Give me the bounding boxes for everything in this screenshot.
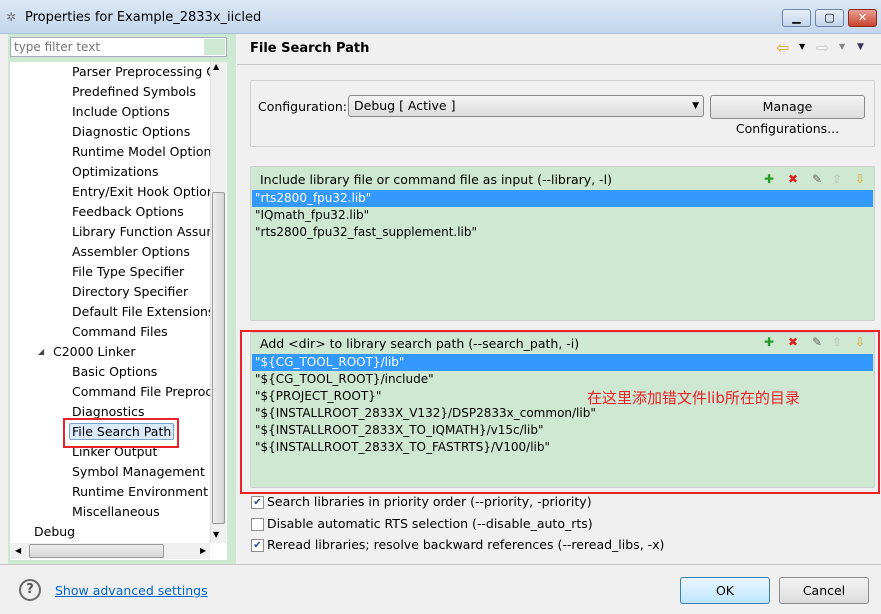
tree-item[interactable]: Basic Options (72, 362, 157, 382)
footer-divider (0, 564, 881, 565)
edit-library-icon[interactable]: ✎ (809, 171, 825, 187)
libraries-group: Include library file or command file as … (250, 166, 875, 321)
tree-item[interactable]: Library Function Assump (72, 222, 226, 242)
tree-item-label: Symbol Management (72, 464, 205, 479)
expand-icon[interactable]: ◢ (38, 342, 44, 362)
manage-configurations-button[interactable]: Manage Configurations... (710, 95, 865, 136)
tree-item-label: Diagnostic Options (72, 124, 191, 139)
tree-item-label: Runtime Model Options (72, 144, 218, 159)
tree-item-label: Debug (34, 524, 76, 539)
tree-item-label: Command Files (72, 324, 168, 339)
tree-item[interactable]: Command Files (72, 322, 168, 342)
tree-item[interactable]: Entry/Exit Hook Options (72, 182, 221, 202)
tree-item-label: Entry/Exit Hook Options (72, 184, 222, 199)
hscroll-thumb[interactable] (29, 544, 164, 558)
tree-item[interactable]: Parser Preprocessing O (72, 62, 216, 82)
tree-item-label: File Type Specifier (72, 264, 185, 279)
scroll-thumb[interactable] (212, 192, 225, 524)
tree-item[interactable]: Command File Preproce (72, 382, 220, 402)
title-bar: ✲ Properties for Example_2833x_iicled ▁ … (0, 0, 881, 34)
tree-item-label: Diagnostics (72, 404, 145, 419)
tree-item[interactable]: Feedback Options (72, 202, 184, 222)
delete-library-icon[interactable]: ✖ (785, 171, 801, 187)
move-up-library-icon[interactable]: ⇧ (829, 171, 845, 187)
add-library-icon[interactable]: ✚ (761, 171, 777, 187)
list-item[interactable]: "IQmath_fpu32.lib" (252, 207, 873, 224)
tree-item[interactable]: File Type Specifier (72, 262, 184, 282)
tree-item-label: Default File Extensions (72, 304, 215, 319)
minimize-button[interactable]: ▁ (782, 9, 811, 27)
close-button[interactable]: ✕ (848, 9, 877, 27)
tree-item-label: C2000 Linker (53, 344, 136, 359)
tree-item[interactable]: Directory Specifier (72, 282, 188, 302)
tree-horizontal-scrollbar[interactable]: ◀ ▶ (10, 543, 210, 559)
view-menu-icon[interactable]: ▼ (857, 42, 864, 52)
annotation-text: 在这里添加错文件lib所在的目录 (587, 389, 800, 407)
maximize-button[interactable]: ▢ (815, 9, 844, 27)
option-checkbox[interactable]: ✔ (251, 496, 264, 509)
tree-item[interactable]: Debug (34, 522, 75, 542)
scroll-up-icon[interactable]: ▲ (213, 62, 219, 71)
tree-item-label: Parser Preprocessing O (72, 64, 217, 79)
forward-menu-icon[interactable]: ▼ (839, 42, 845, 51)
tree-item[interactable]: Default File Extensions (72, 302, 214, 322)
tree-item-label: Optimizations (72, 164, 159, 179)
tree-item-label: Library Function Assump (72, 224, 227, 239)
option-checkbox[interactable]: ✔ (251, 539, 264, 552)
tree-item-label: Feedback Options (72, 204, 184, 219)
help-icon[interactable]: ? (19, 579, 41, 601)
tree-item-label: Assembler Options (72, 244, 190, 259)
option-label: Disable automatic RTS selection (--disab… (267, 515, 593, 531)
show-advanced-settings-link[interactable]: Show advanced settings (55, 583, 208, 598)
list-item[interactable]: "rts2800_fpu32.lib" (252, 190, 873, 207)
highlight-box-tree (63, 418, 179, 448)
back-arrow-icon[interactable]: ⇦ (776, 38, 789, 57)
clear-filter-icon[interactable] (204, 39, 225, 55)
tree-item[interactable]: Assembler Options (72, 242, 190, 262)
forward-arrow-icon[interactable]: ⇨ (816, 38, 829, 57)
window-title: Properties for Example_2833x_iicled (25, 10, 262, 25)
tree-vertical-scrollbar[interactable]: ▲ ▼ (210, 62, 226, 543)
option-label: Reread libraries; resolve backward refer… (267, 537, 665, 552)
tree-item[interactable]: Include Options (72, 102, 170, 122)
scroll-right-icon[interactable]: ▶ (200, 546, 206, 555)
properties-tree[interactable]: Parser Preprocessing O Predefined Symbols… (10, 62, 227, 560)
scroll-left-icon[interactable]: ◀ (15, 546, 21, 555)
move-down-library-icon[interactable]: ⇩ (852, 171, 868, 187)
scroll-down-icon[interactable]: ▼ (213, 530, 219, 539)
back-menu-icon[interactable]: ▼ (799, 42, 805, 51)
configuration-select[interactable]: Debug [ Active ] ▼ (348, 95, 704, 117)
option-checkbox[interactable] (251, 517, 264, 531)
tree-item[interactable]: Runtime Environment (72, 482, 208, 502)
tree-item[interactable]: ◢ C2000 Linker (38, 342, 136, 362)
tree-item-label: Include Options (72, 104, 170, 119)
tree-item-label: Directory Specifier (72, 284, 189, 299)
cancel-button[interactable]: Cancel (779, 577, 869, 604)
tree-item-label: Basic Options (72, 364, 158, 379)
tree-item[interactable]: Runtime Model Options (72, 142, 218, 162)
configuration-label: Configuration: (258, 99, 347, 114)
list-item[interactable]: "rts2800_fpu32_fast_supplement.lib" (252, 224, 873, 241)
tree-item[interactable]: Predefined Symbols (72, 82, 196, 102)
libraries-header: Include library file or command file as … (260, 172, 613, 187)
tree-item[interactable]: Symbol Management (72, 462, 205, 482)
app-icon: ✲ (6, 10, 17, 24)
tree-item-label: Predefined Symbols (72, 84, 196, 99)
highlight-box-paths (240, 330, 880, 494)
chevron-down-icon: ▼ (692, 101, 699, 111)
filter-input[interactable] (10, 37, 227, 57)
tree-item-label: Runtime Environment (72, 484, 208, 499)
tree-item[interactable]: Miscellaneous (72, 502, 160, 522)
tree-item[interactable]: Diagnostic Options (72, 122, 190, 142)
page-title: File Search Path (250, 41, 370, 56)
ok-button[interactable]: OK (680, 577, 770, 604)
tree-item[interactable]: Optimizations (72, 162, 158, 182)
configuration-value: Debug [ Active ] (354, 98, 456, 113)
tree-item-label: Command File Preproce (72, 384, 220, 399)
option-label: Search libraries in priority order (--pr… (267, 494, 592, 509)
tree-item-label: Miscellaneous (72, 504, 160, 519)
